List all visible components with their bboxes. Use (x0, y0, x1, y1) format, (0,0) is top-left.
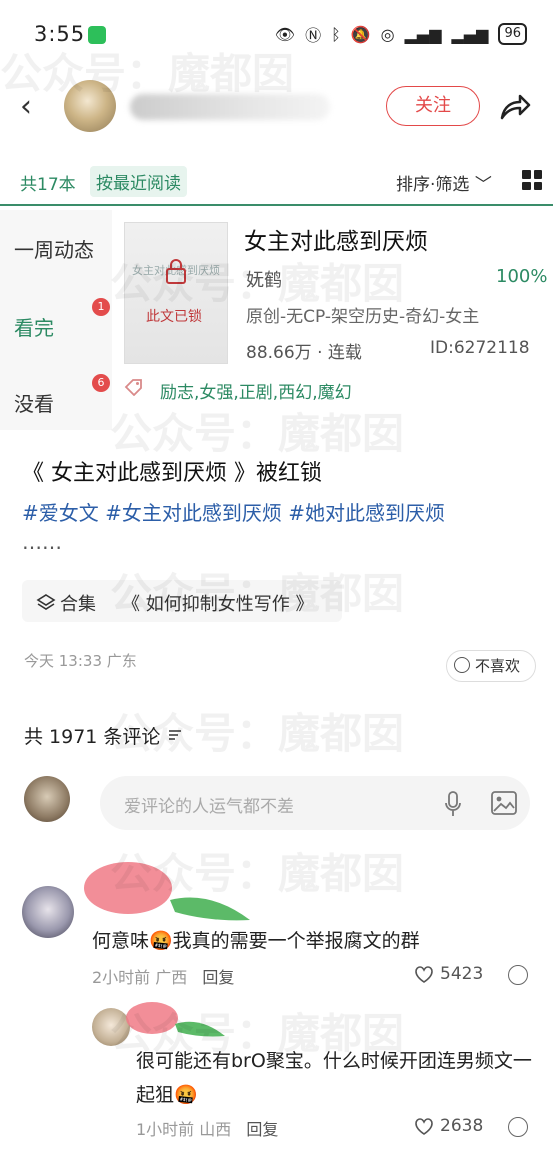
grid-view-icon[interactable] (522, 170, 542, 190)
comment-text: 很可能还有brO聚宝。什么时候开团连男频文一起狙🤬 (136, 1050, 532, 1106)
sort-filter-label: 排序·筛选 (396, 175, 470, 195)
sort-filter-button[interactable]: 排序·筛选 ﹀ (396, 170, 492, 195)
eye-icon: 👁 (274, 24, 296, 44)
post-hashtags[interactable]: #爱女文 #女主对此感到厌烦 #她对此感到厌烦 (22, 497, 445, 526)
collection-title: 《 如何抑制女性写作 》 (122, 594, 314, 615)
badge-unread: 6 (92, 374, 110, 392)
tag-icon (124, 379, 142, 396)
chevron-down-icon: ﹀ (474, 175, 492, 195)
book-tags[interactable]: 励志,女强,正剧,西幻,魔幻 (160, 378, 352, 403)
comment-count: 共 1971 条评论 (24, 726, 161, 748)
nfc-icon: Ⓝ (305, 26, 322, 45)
user-avatar[interactable] (64, 80, 116, 132)
book-title[interactable]: 女主对此感到厌烦 (244, 222, 428, 256)
microphone-icon[interactable] (444, 790, 462, 818)
heart-icon[interactable] (414, 966, 434, 984)
reaction-icon[interactable] (508, 965, 528, 985)
comment-time-location: 1小时前 山西 (136, 1120, 232, 1139)
read-progress: 100% (496, 266, 548, 287)
book-genre: 原创-无CP-架空历史-奇幻-女主 (246, 307, 480, 327)
comment-placeholder: 爱评论的人运气都不差 (124, 797, 294, 817)
image-icon[interactable] (490, 790, 518, 816)
book-author[interactable]: 妩鹤 (246, 266, 282, 292)
watermark: 公众号：魔都囡 (110, 409, 405, 458)
comment-meta: 2小时前 广西 回复 (92, 964, 234, 988)
wechat-icon (88, 26, 106, 44)
bluetooth-icon: ᛒ (331, 24, 341, 44)
mute-icon: 🔕 (350, 24, 371, 44)
post-title: 《 女主对此感到厌烦 》被红锁 (22, 461, 322, 486)
comment-time-location: 2小时前 广西 (92, 968, 188, 987)
book-stats: 88.66万 · 连载 (246, 343, 362, 363)
post-meta: 今天 13:33 广东 (24, 652, 137, 670)
status-time: 3:55 (34, 22, 86, 46)
book-cover[interactable] (124, 222, 228, 364)
layers-icon (36, 594, 56, 610)
follow-button[interactable]: 关注 (386, 86, 480, 126)
comment-meta: 1小时前 山西 回复 (136, 1116, 278, 1140)
battery-level: 96 (498, 23, 527, 45)
tulip-sticker (126, 1002, 225, 1037)
sort-recent-button[interactable]: 按最近阅读 (90, 166, 187, 197)
share-icon[interactable] (498, 90, 532, 124)
book-id: ID:6272118 (430, 338, 530, 358)
like-count: 2638 (440, 1116, 484, 1136)
collection-label: 合集 (60, 594, 96, 615)
sidebar-item-weekly[interactable]: 一周动态 (14, 234, 94, 263)
post-ellipsis: …… (22, 530, 62, 554)
badge-finished: 1 (92, 298, 110, 316)
username-blurred (130, 94, 330, 120)
frown-icon (454, 657, 470, 673)
signal-icon: ▂▄▆ (404, 24, 442, 44)
back-icon[interactable]: ‹ (20, 92, 32, 122)
commenter-avatar[interactable] (22, 886, 74, 938)
like-count: 5423 (440, 964, 484, 984)
signal-2-icon: ▂▄▆ (451, 24, 489, 44)
wifi-icon: ◎ (380, 24, 395, 44)
status-icons: 👁 Ⓝ ᛒ 🔕 ◎ ▂▄▆ ▂▄▆ 96 (275, 22, 527, 46)
sidebar-item-unread[interactable]: 没看 (14, 388, 54, 417)
reply-button[interactable]: 回复 (246, 1120, 278, 1139)
comment-text: 何意味🤬我真的需要一个举报腐文的群 (92, 930, 420, 952)
reaction-icon[interactable] (508, 1117, 528, 1137)
heart-icon[interactable] (414, 1118, 434, 1136)
sidebar-item-finished[interactable]: 看完 (14, 312, 54, 341)
lock-icon (166, 259, 186, 284)
book-count: 共17本 (20, 175, 76, 195)
sort-lines-icon[interactable] (168, 728, 182, 742)
reply-button[interactable]: 回复 (202, 968, 234, 987)
my-avatar (24, 776, 70, 822)
locked-label: 此文已锁 (146, 309, 202, 325)
